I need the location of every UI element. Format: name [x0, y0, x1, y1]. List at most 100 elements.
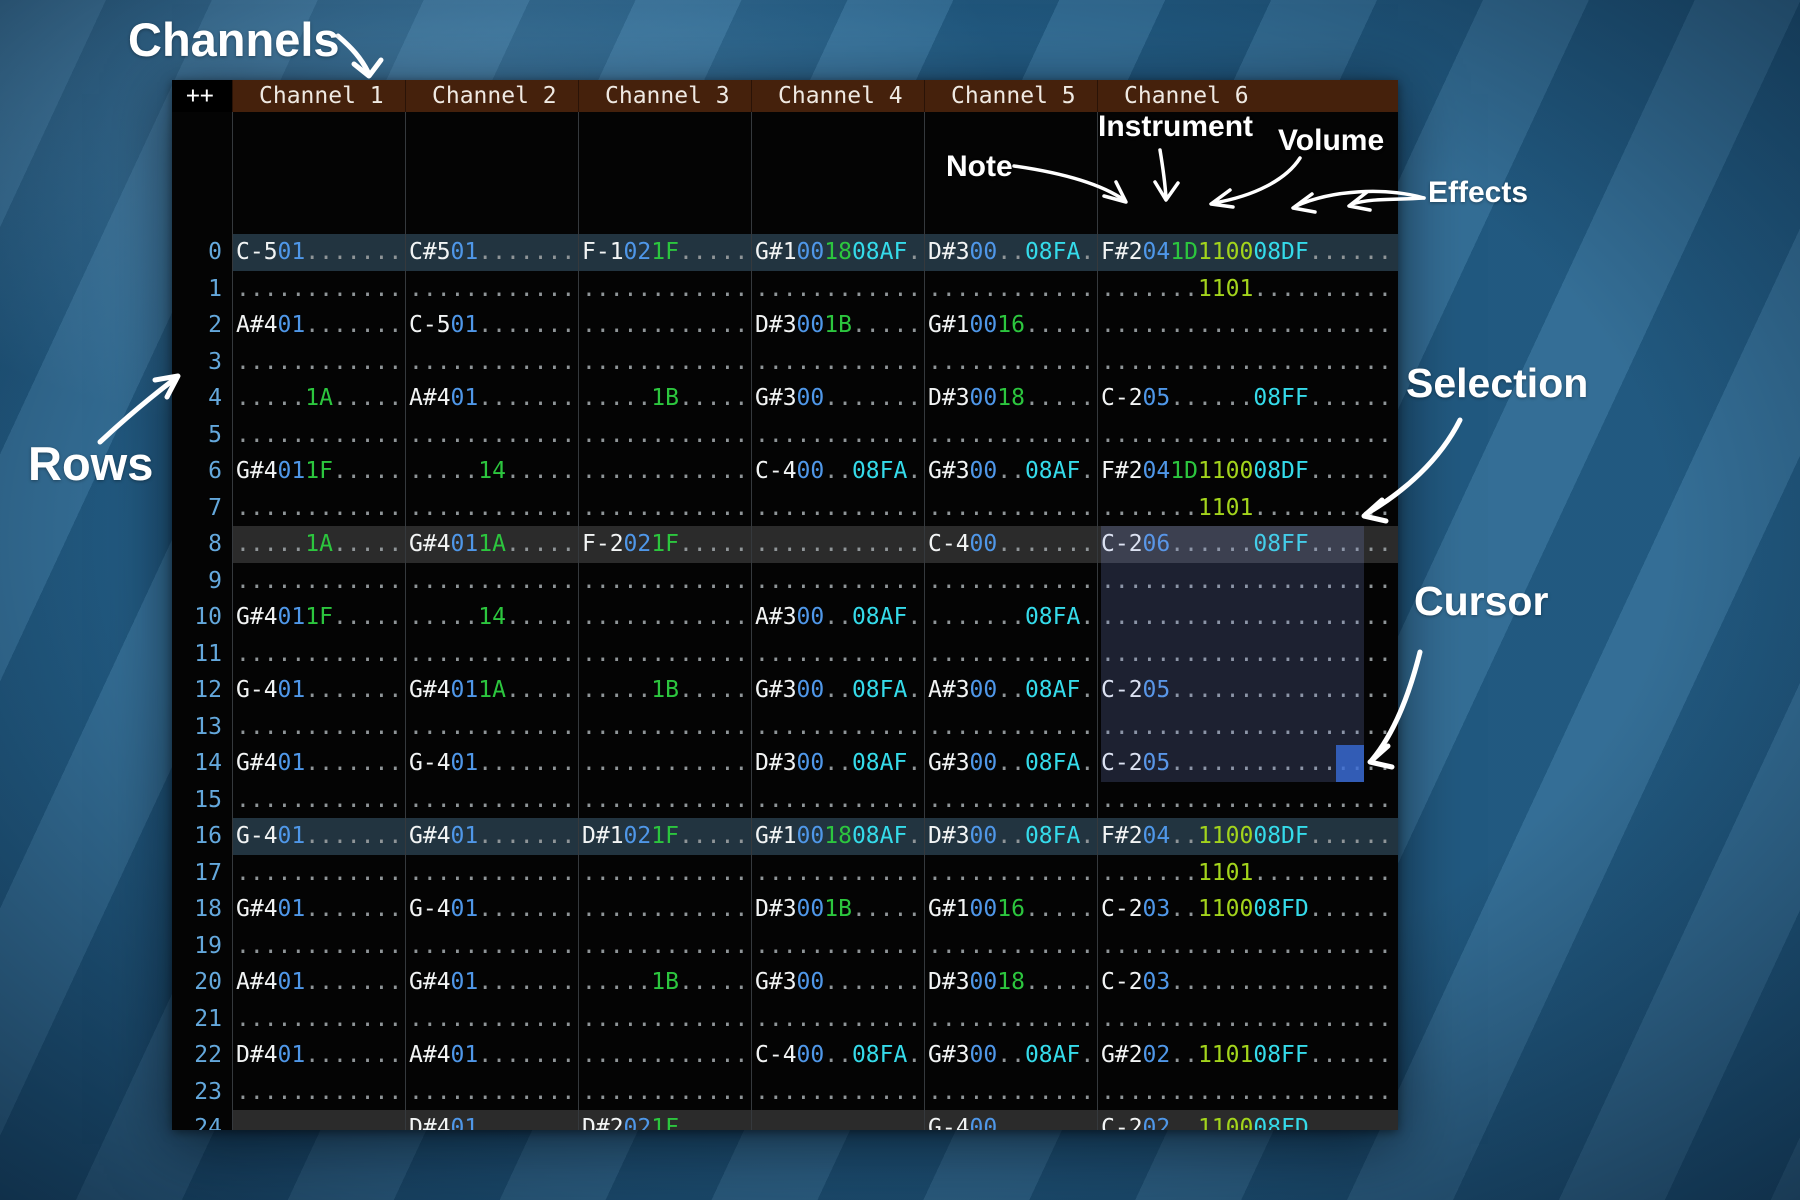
pattern-cell[interactable]: .....................	[1097, 599, 1398, 636]
pattern-row[interactable]: 23......................................…	[172, 1074, 1398, 1111]
channel-header-3[interactable]: Channel 3	[578, 80, 751, 112]
pattern-cell[interactable]: .....................	[1097, 1074, 1398, 1111]
pattern-cell[interactable]: .....................	[1097, 928, 1398, 965]
pattern-cell[interactable]: ............	[924, 782, 1097, 819]
pattern-row[interactable]: 20A#401.......G#401............1B.....G#…	[172, 964, 1398, 1001]
pattern-cell[interactable]: ............	[578, 891, 751, 928]
pattern-cell[interactable]: G-401.......	[232, 818, 405, 855]
pattern-cell[interactable]: ............	[405, 636, 578, 673]
pattern-cell[interactable]: ............	[232, 782, 405, 819]
pattern-cell[interactable]: ............	[232, 417, 405, 454]
pattern-cell[interactable]: ............	[232, 344, 405, 381]
pattern-row[interactable]: 21......................................…	[172, 1001, 1398, 1038]
pattern-row[interactable]: 24............D#401.......D#2021F.......…	[172, 1110, 1398, 1130]
pattern-cell[interactable]: G#300..08FA.	[751, 672, 924, 709]
pattern-cell[interactable]: ............	[924, 709, 1097, 746]
pattern-cell[interactable]: ............	[578, 782, 751, 819]
pattern-cell[interactable]: ............	[924, 855, 1097, 892]
pattern-cell[interactable]: C-205......08FF......	[1097, 380, 1398, 417]
pattern-row[interactable]: 1.......................................…	[172, 271, 1398, 308]
pattern-cell[interactable]: ............	[578, 636, 751, 673]
pattern-cell[interactable]: F#204..110008DF......	[1097, 818, 1398, 855]
pattern-cell[interactable]: F#2041D110008DF......	[1097, 453, 1398, 490]
pattern-cell[interactable]: .....1B.....	[578, 672, 751, 709]
pattern-cell[interactable]: ............	[578, 417, 751, 454]
pattern-cell[interactable]: G#401.......	[405, 964, 578, 1001]
pattern-cell[interactable]: ............	[751, 636, 924, 673]
pattern-cell[interactable]: ............	[924, 344, 1097, 381]
pattern-cell[interactable]: G-401.......	[405, 891, 578, 928]
pattern-cell[interactable]: ............	[751, 344, 924, 381]
pattern-cell[interactable]: ............	[751, 855, 924, 892]
pattern-cell[interactable]: ............	[405, 563, 578, 600]
pattern-cell[interactable]: G-400.......	[924, 1110, 1097, 1130]
pattern-cell[interactable]: A#300..08AF.	[751, 599, 924, 636]
pattern-cell[interactable]: .....................	[1097, 782, 1398, 819]
pattern-cell[interactable]: ............	[924, 271, 1097, 308]
pattern-cell[interactable]: .....1A.....	[232, 526, 405, 563]
pattern-cell[interactable]: ............	[578, 709, 751, 746]
pattern-cell[interactable]: ............	[751, 490, 924, 527]
pattern-cell[interactable]: ............	[751, 417, 924, 454]
pattern-cell[interactable]: ............	[924, 928, 1097, 965]
pattern-row[interactable]: 3.......................................…	[172, 344, 1398, 381]
pattern-cell[interactable]: D#30018.....	[924, 964, 1097, 1001]
pattern-row[interactable]: 14G#401.......G-401...................D#…	[172, 745, 1398, 782]
pattern-cell[interactable]: ............	[924, 1001, 1097, 1038]
pattern-cell[interactable]: ............	[578, 745, 751, 782]
pattern-cell[interactable]: D#300..08FA.	[924, 818, 1097, 855]
pattern-cell[interactable]: G#4011A.....	[405, 672, 578, 709]
pattern-cell[interactable]: ............	[232, 855, 405, 892]
pattern-row[interactable]: 16G-401.......G#401.......D#1021F.....G#…	[172, 818, 1398, 855]
pattern-cell[interactable]: ............	[578, 344, 751, 381]
pattern-cell[interactable]: .....1B.....	[578, 380, 751, 417]
pattern-cell[interactable]: D#401.......	[232, 1037, 405, 1074]
pattern-cell[interactable]: .....1A.....	[232, 380, 405, 417]
pattern-cell[interactable]: .......1101..........	[1097, 271, 1398, 308]
pattern-cell[interactable]: ............	[232, 563, 405, 600]
pattern-row[interactable]: 15......................................…	[172, 782, 1398, 819]
pattern-row[interactable]: 2A#401.......C-501...................D#3…	[172, 307, 1398, 344]
pattern-cell[interactable]: ............	[232, 928, 405, 965]
channel-header-2[interactable]: Channel 2	[405, 80, 578, 112]
pattern-cell[interactable]: D#3001B.....	[751, 891, 924, 928]
pattern-cell[interactable]: C-400..08FA.	[751, 1037, 924, 1074]
pattern-cell[interactable]: G#401.......	[232, 891, 405, 928]
pattern-cell[interactable]: ............	[232, 709, 405, 746]
pattern-cell[interactable]: ............	[924, 490, 1097, 527]
pattern-cell[interactable]: D#300..08AF.	[751, 745, 924, 782]
pattern-cell[interactable]: ............	[405, 271, 578, 308]
pattern-cell[interactable]: G#401.......	[405, 818, 578, 855]
pattern-cell[interactable]: F-2021F.....	[578, 526, 751, 563]
pattern-cell[interactable]: G#300..08AF.	[924, 453, 1097, 490]
pattern-cell[interactable]: .......08FA.	[924, 599, 1097, 636]
pattern-row[interactable]: 9.......................................…	[172, 563, 1398, 600]
pattern-cell[interactable]: .....................	[1097, 1001, 1398, 1038]
pattern-row[interactable]: 19......................................…	[172, 928, 1398, 965]
pattern-cell[interactable]: A#300..08AF.	[924, 672, 1097, 709]
pattern-row[interactable]: 6G#4011F..........14.................C-4…	[172, 453, 1398, 490]
pattern-cell[interactable]: ............	[578, 855, 751, 892]
pattern-cell[interactable]: C-400..08FA.	[751, 453, 924, 490]
pattern-cell[interactable]: G#1001808AF.	[751, 234, 924, 271]
pattern-cell[interactable]: G#10016.....	[924, 307, 1097, 344]
pattern-cell[interactable]: .......1101..........	[1097, 490, 1398, 527]
pattern-cell[interactable]: G-401.......	[405, 745, 578, 782]
pattern-cell[interactable]: C-202..110008FD......	[1097, 1110, 1398, 1130]
pattern-cell[interactable]: G#401.......	[232, 745, 405, 782]
pattern-cell[interactable]: .....14.....	[405, 599, 578, 636]
pattern-cell[interactable]: ............	[578, 563, 751, 600]
pattern-cell[interactable]: A#401.......	[405, 1037, 578, 1074]
pattern-cell[interactable]: F#2041D110008DF......	[1097, 234, 1398, 271]
pattern-cell[interactable]: C-203..110008FD......	[1097, 891, 1398, 928]
pattern-cell[interactable]: G#300.......	[751, 964, 924, 1001]
pattern-cell[interactable]: .....................	[1097, 307, 1398, 344]
pattern-row[interactable]: 8.....1A.....G#4011A.....F-2021F........…	[172, 526, 1398, 563]
pattern-cell[interactable]: D#401.......	[405, 1110, 578, 1130]
pattern-cell[interactable]: .....................	[1097, 417, 1398, 454]
pattern-cell[interactable]: D#1021F.....	[578, 818, 751, 855]
pattern-cell[interactable]: G#300..08AF.	[924, 1037, 1097, 1074]
pattern-cell[interactable]: G#202..110108FF......	[1097, 1037, 1398, 1074]
pattern-cell[interactable]: ............	[578, 490, 751, 527]
pattern-cell[interactable]: ............	[232, 1110, 405, 1130]
